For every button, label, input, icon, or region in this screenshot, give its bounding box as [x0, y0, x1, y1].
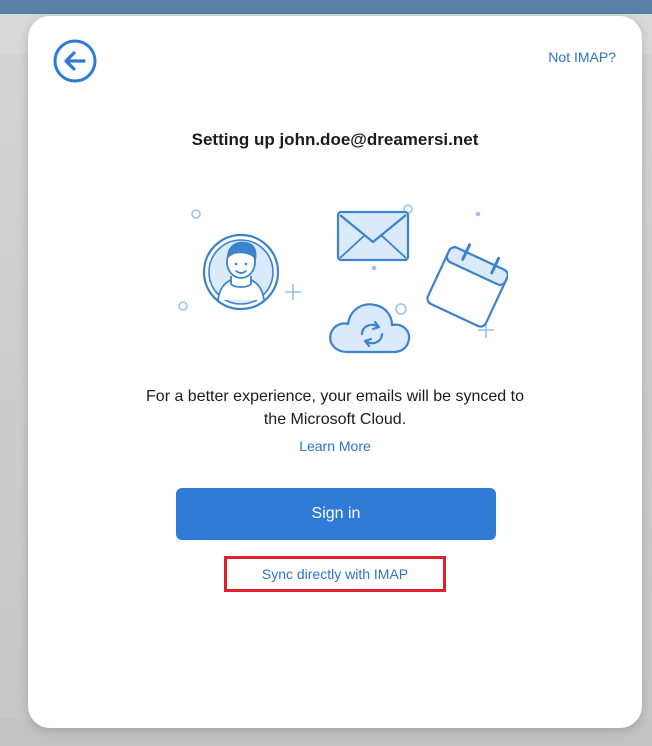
- learn-more-link[interactable]: Learn More: [28, 438, 642, 454]
- sync-explanation: For a better experience, your emails wil…: [28, 385, 642, 431]
- not-imap-link[interactable]: Not IMAP?: [548, 49, 616, 65]
- calendar-icon: [426, 243, 508, 328]
- avatar-icon: [202, 233, 280, 311]
- sync-explanation-line-1: For a better experience, your emails wil…: [146, 388, 524, 405]
- sign-in-button[interactable]: Sign in: [176, 488, 496, 540]
- dialog-title: Setting up john.doe@dreamersi.net: [191, 130, 479, 149]
- envelope-icon: [336, 210, 410, 262]
- account-setup-dialog: Not IMAP? Setting up john.doe@dreamersi.…: [28, 16, 642, 728]
- app-titlebar: [0, 0, 652, 14]
- back-button[interactable]: [52, 38, 98, 84]
- sync-illustration: [178, 204, 508, 354]
- sync-explanation-line-2: the Microsoft Cloud.: [263, 411, 407, 428]
- back-arrow-icon: [53, 39, 97, 83]
- sync-with-imap-link[interactable]: Sync directly with IMAP: [224, 556, 446, 592]
